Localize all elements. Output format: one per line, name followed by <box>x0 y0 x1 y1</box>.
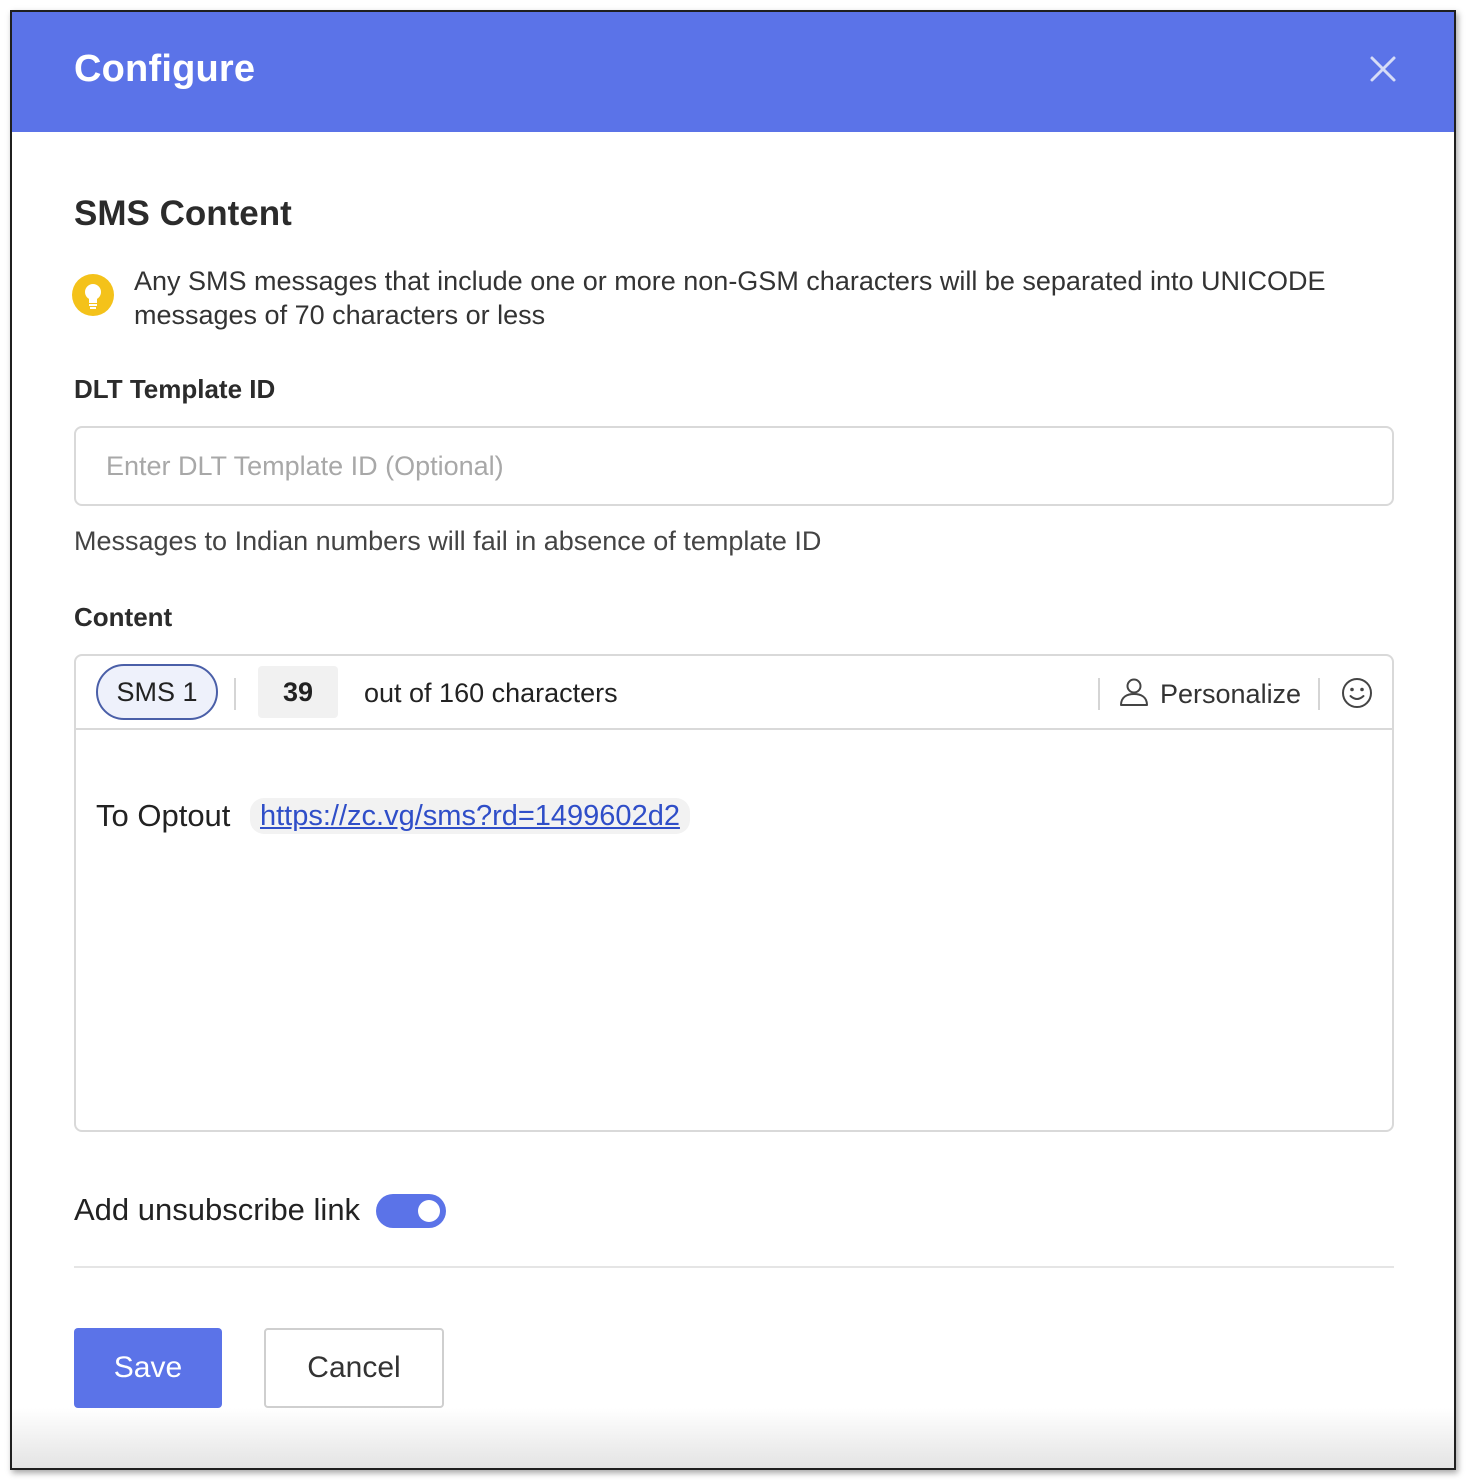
dialog-header: Configure <box>12 12 1454 132</box>
user-icon <box>1118 676 1150 713</box>
unsubscribe-label: Add unsubscribe link <box>74 1192 361 1227</box>
toolbar-divider <box>234 678 236 710</box>
toolbar-divider <box>1318 678 1320 710</box>
sms-tab-1[interactable]: SMS 1 <box>96 664 218 720</box>
personalize-label: Personalize <box>1160 678 1302 709</box>
section-title: SMS Content <box>74 194 292 233</box>
editor-toolbar: SMS 1 39 out of 160 characters Personali… <box>76 656 1392 730</box>
unsubscribe-toggle[interactable] <box>376 1194 446 1228</box>
close-icon[interactable] <box>1366 52 1400 86</box>
dialog-title: Configure <box>74 48 256 90</box>
save-button[interactable]: Save <box>74 1328 222 1408</box>
info-message: Any SMS messages that include one or mor… <box>134 266 1326 330</box>
optout-text: To Optout <box>96 798 231 833</box>
personalize-button[interactable]: Personalize <box>1118 672 1301 716</box>
cancel-button[interactable]: Cancel <box>264 1328 444 1408</box>
optout-link[interactable]: https://zc.vg/sms?rd=1499602d2 <box>250 798 690 834</box>
sms-message-body[interactable]: To Optout https://zc.vg/sms?rd=1499602d2 <box>76 732 1392 1130</box>
content-label: Content <box>74 602 173 632</box>
dlt-label: DLT Template ID <box>74 374 276 404</box>
char-limit-text: out of 160 characters <box>364 678 618 708</box>
bottom-shade <box>12 1408 1454 1468</box>
smiley-icon[interactable] <box>1340 676 1374 710</box>
dlt-template-id-input[interactable] <box>74 426 1394 506</box>
configure-dialog: Configure SMS Content Any SMS messages t… <box>10 10 1456 1470</box>
toggle-knob <box>418 1200 440 1222</box>
lightbulb-icon <box>72 274 114 316</box>
toolbar-divider <box>1098 678 1100 710</box>
char-count: 39 <box>258 666 338 718</box>
divider <box>74 1266 1394 1268</box>
sms-editor: SMS 1 39 out of 160 characters Personali… <box>74 654 1394 1132</box>
dlt-hint: Messages to Indian numbers will fail in … <box>74 526 822 556</box>
